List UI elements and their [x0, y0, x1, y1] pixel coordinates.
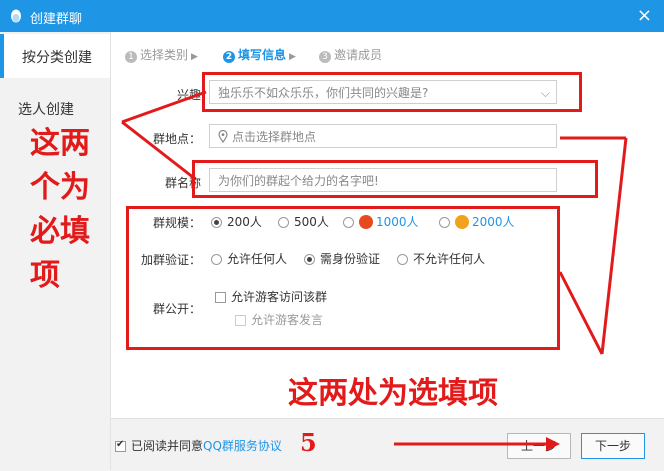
title-bar: 创建群聊 × [0, 0, 664, 32]
location-placeholder: 点击选择群地点 [232, 130, 317, 144]
annotation-required-line-2: 个为 [30, 170, 90, 205]
location-input[interactable]: 点击选择群地点 [209, 124, 557, 148]
step-number: 3 [319, 51, 331, 63]
step-label: 选择类别 [140, 48, 189, 62]
qq-penguin-icon [11, 9, 21, 23]
sidebar-item-label: 选人创建 [18, 102, 74, 118]
annotation-box-interest [202, 72, 582, 112]
close-icon[interactable]: × [637, 5, 652, 26]
step-number: 2 [223, 51, 235, 63]
step-label: 邀请成员 [334, 48, 383, 62]
annotation-required-line-4: 项 [30, 258, 60, 293]
annotation-required-line-3: 必填 [30, 214, 90, 249]
footer-bar: 已阅读并同意QQ群服务协议 上一步 下一步 [111, 418, 664, 471]
agree-text: 已阅读并同意 [131, 439, 204, 453]
location-label: 群地点： [152, 132, 201, 146]
step-choose-category: 1 选择类别 ▶ [125, 46, 198, 63]
agree-terms-checkbox[interactable]: 已阅读并同意QQ群服务协议 [115, 437, 282, 454]
location-pin-icon [218, 130, 228, 143]
window-title: 创建群聊 [30, 12, 83, 27]
step-invite-members: 3 邀请成员 [319, 46, 382, 63]
annotation-box-optional [126, 206, 560, 350]
annotation-box-name [192, 160, 598, 198]
sidebar-item-by-category[interactable]: 按分类创建 [0, 34, 110, 78]
step-label: 填写信息 [238, 48, 287, 62]
next-step-button[interactable]: 下一步 [581, 433, 645, 459]
chevron-right-icon: ▶ [191, 52, 198, 62]
sidebar-item-label: 按分类创建 [22, 50, 92, 66]
step-fill-info: 2 填写信息 ▶ [223, 46, 296, 63]
interest-label: 兴趣 [176, 88, 201, 102]
service-agreement-link[interactable]: QQ群服务协议 [203, 439, 282, 453]
annotation-step-number: 5 [300, 428, 317, 457]
annotation-optional-text: 这两处为选填项 [288, 376, 498, 411]
group-name-label: 群名称 [164, 176, 201, 190]
step-number: 1 [125, 51, 137, 63]
checkbox-checked [115, 439, 126, 452]
prev-step-button[interactable]: 上一步 [507, 433, 571, 459]
annotation-required-line-1: 这两 [30, 126, 90, 161]
chevron-right-icon: ▶ [289, 52, 296, 62]
